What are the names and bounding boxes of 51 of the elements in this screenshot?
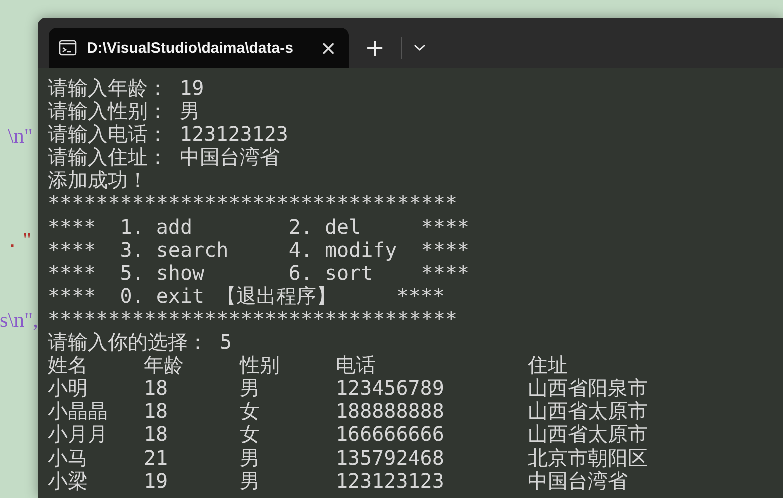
column-header: 姓名 [48,354,89,378]
console-line: ********************************** [48,308,458,332]
table-cell-text: 18 [144,423,170,446]
terminal-tab[interactable]: D:\VisualStudio\daima\data-s × [49,28,349,68]
code-fragment: ．" [2,227,32,254]
console-line: ********************************** [48,192,458,216]
console-line: **** 0. exit 【退出程序】 **** [48,284,445,308]
console-line: 请输入住址： 中国台湾省 [48,146,280,170]
console-line: **** 5. show 6. sort **** [48,262,470,285]
table-cell-text: 女 [240,400,261,424]
console-line: **** 3. search 4. modify **** [48,238,470,262]
table-cell: 山西省太原市 [528,423,648,446]
table-cell: 山西省太原市 [528,400,648,424]
close-tab-button[interactable]: × [318,38,339,58]
table-cell-text: 男 [240,470,261,493]
console-line: 请输入性别： 男 [48,100,200,124]
new-tab-button[interactable]: + [357,36,394,60]
table-cell-text: 135792468 [336,446,446,470]
column-header: 住址 [528,354,568,378]
table-cell-text: 小月月 [48,423,109,446]
console-line: 请输入电话： 123123123 [48,123,288,146]
console-line: 请输入年龄： 19 [48,77,204,100]
table-cell-text: 18 [144,377,170,400]
column-header: 年龄 [144,354,185,378]
table-cell-text: 19 [144,470,170,493]
table-cell-text: 小梁 [48,470,89,493]
table-cell-text: 18 [144,400,170,424]
table-cell: 北京市朝阳区 [528,446,648,470]
table-cell-text: 188888888 [336,400,446,424]
console-icon [59,40,77,56]
code-fragment: \n" [8,124,33,149]
table-cell-text: 小晶晶 [48,400,109,424]
table-cell-text: 男 [240,446,261,470]
console-line: 添加成功！ [48,169,148,192]
table-cell-text: 女 [240,423,261,446]
table-cell-text: 小马 [48,446,89,470]
code-fragment: s\n", [0,308,38,333]
column-header: 电话 [336,354,377,378]
tab-title: D:\VisualStudio\daima\data-s [87,40,294,56]
table-cell-text: 21 [144,446,170,470]
chevron-down-icon[interactable] [414,44,426,52]
console-line: 请输入你的选择： 5 [48,331,232,354]
table-cell-text: 123123123 [336,470,446,493]
table-cell: 山西省阳泉市 [528,377,648,400]
table-cell-text: 123456789 [336,377,446,400]
table-cell: 中国台湾省 [528,470,628,493]
column-header: 性别 [240,354,281,378]
console-line: **** 1. add 2. del **** [48,216,470,239]
table-cell-text: 男 [240,377,261,400]
table-cell-text: 小明 [48,377,89,400]
table-cell-text: 166666666 [336,423,446,446]
